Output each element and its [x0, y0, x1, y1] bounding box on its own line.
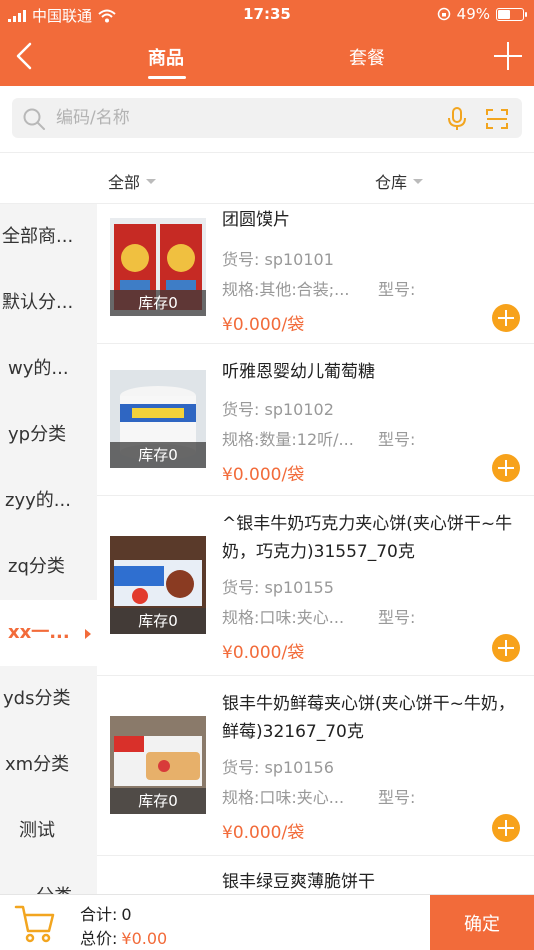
product-price: ¥0.000/袋 [222, 643, 305, 663]
app-header: 中国联通 17:35 49% 商品 套餐 [0, 0, 534, 86]
sidebar-item[interactable]: 测试 [0, 798, 97, 864]
product-item[interactable]: 库存0 银丰牛奶鲜莓夹心饼(夹心饼干~牛奶，鲜莓)32167_70克 货号: s… [97, 676, 534, 856]
product-name: 银丰绿豆爽薄脆饼干 [222, 872, 375, 892]
product-code: 货号: sp10156 [222, 758, 334, 777]
sidebar-item[interactable]: yp分类 [0, 402, 97, 468]
cart-icon[interactable] [14, 903, 56, 943]
add-to-cart-button[interactable] [492, 304, 520, 332]
product-spec: 规格:口味:夹心... [222, 788, 345, 807]
sidebar-item-active[interactable]: xx一... [0, 600, 97, 666]
product-price: ¥0.000/袋 [222, 823, 305, 843]
product-model: 型号: [378, 280, 416, 299]
tab-active-indicator [148, 76, 186, 79]
total-price: 总价: ¥0.00 [80, 925, 167, 949]
product-spec: 规格:其他:合装;... [222, 280, 350, 299]
battery-percent: 49% [456, 5, 490, 23]
category-filter[interactable]: 全部 [108, 169, 157, 193]
sidebar-item[interactable]: xm分类 [0, 732, 97, 798]
status-right: 49% [437, 5, 527, 23]
tab-goods[interactable]: 商品 [148, 44, 184, 70]
product-model: 型号: [378, 430, 416, 449]
stock-badge: 库存0 [110, 442, 206, 468]
product-name: 银丰牛奶鲜莓夹心饼(夹心饼干~牛奶，鲜莓)32167_70克 [222, 694, 515, 742]
add-to-cart-button[interactable] [492, 454, 520, 482]
stock-badge: 库存0 [110, 788, 206, 814]
product-image: 库存0 [110, 370, 206, 468]
search-icon [23, 108, 45, 130]
back-arrow-icon[interactable] [10, 38, 40, 74]
sidebar-item[interactable]: 全部商... [0, 204, 97, 270]
confirm-button[interactable]: 确定 [430, 895, 534, 950]
search-box [12, 98, 522, 138]
product-item[interactable]: 库存0 团圆馍片 货号: sp10101 规格:其他:合装;... 型号: ¥0… [97, 204, 534, 344]
product-name: 团圆馍片 [222, 210, 290, 230]
search-bar [0, 86, 534, 152]
microphone-icon[interactable] [446, 107, 468, 131]
item-count-label: 合计: [80, 905, 118, 924]
add-to-cart-button[interactable] [492, 634, 520, 662]
total-price-label: 总价: [80, 929, 118, 948]
add-to-cart-button[interactable] [492, 814, 520, 842]
item-count-value: 0 [121, 905, 132, 924]
sidebar-item[interactable]: zyy的... [0, 468, 97, 534]
product-price: ¥0.000/袋 [222, 465, 305, 485]
product-item[interactable]: 库存0 听雅恩婴幼儿葡萄糖 货号: sp10102 规格:数量:12听/... … [97, 344, 534, 496]
product-image: 库存0 [110, 536, 206, 634]
product-name: 听雅恩婴幼儿葡萄糖 [222, 362, 375, 382]
product-code: 货号: sp10101 [222, 250, 334, 269]
sidebar-item[interactable]: 默认分... [0, 270, 97, 336]
stock-badge: 库存0 [110, 290, 206, 316]
rotation-lock-icon [437, 7, 450, 21]
category-sidebar: 全部商... 默认分... wy的... yp分类 zyy的... zq分类 x… [0, 204, 97, 894]
sidebar-item[interactable]: zq分类 [0, 534, 97, 600]
caret-down-icon [413, 178, 424, 184]
item-count: 合计: 0 [80, 901, 132, 925]
product-list: 库存0 团圆馍片 货号: sp10101 规格:其他:合装;... 型号: ¥0… [97, 204, 534, 894]
tab-combo[interactable]: 套餐 [349, 44, 385, 70]
caret-down-icon [146, 178, 157, 184]
total-price-value: ¥0.00 [121, 929, 168, 948]
product-code: 货号: sp10155 [222, 578, 334, 597]
product-item[interactable]: 银丰绿豆爽薄脆饼干 [97, 856, 534, 894]
product-image: 库存0 [110, 218, 206, 316]
product-spec: 规格:数量:12听/... [222, 430, 354, 449]
product-image: 库存0 [110, 716, 206, 814]
product-model: 型号: [378, 788, 416, 807]
product-code: 货号: sp10102 [222, 400, 334, 419]
product-spec: 规格:口味:夹心... [222, 608, 345, 627]
battery-icon [496, 7, 527, 21]
product-name: ^银丰牛奶巧克力夹心饼(夹心饼干~牛奶，巧克力)31557_70克 [222, 514, 513, 562]
sidebar-item[interactable]: ...分类 [0, 864, 97, 894]
product-model: 型号: [378, 608, 416, 627]
warehouse-filter-label: 仓库 [375, 173, 408, 192]
category-filter-label: 全部 [108, 173, 141, 192]
add-product-button[interactable] [494, 42, 522, 70]
sidebar-item[interactable]: wy的... [0, 336, 97, 402]
filter-bar: 全部 仓库 [0, 152, 534, 204]
search-input[interactable] [56, 98, 436, 138]
product-price: ¥0.000/袋 [222, 315, 305, 335]
warehouse-filter[interactable]: 仓库 [375, 169, 424, 193]
stock-badge: 库存0 [110, 608, 206, 634]
status-bar: 中国联通 17:35 49% [0, 0, 534, 30]
product-item[interactable]: 库存0 ^银丰牛奶巧克力夹心饼(夹心饼干~牛奶，巧克力)31557_70克 货号… [97, 496, 534, 676]
sidebar-item[interactable]: yds分类 [0, 666, 97, 732]
bottom-bar: 合计: 0 总价: ¥0.00 确定 [0, 894, 534, 950]
barcode-scan-icon[interactable] [485, 107, 509, 131]
